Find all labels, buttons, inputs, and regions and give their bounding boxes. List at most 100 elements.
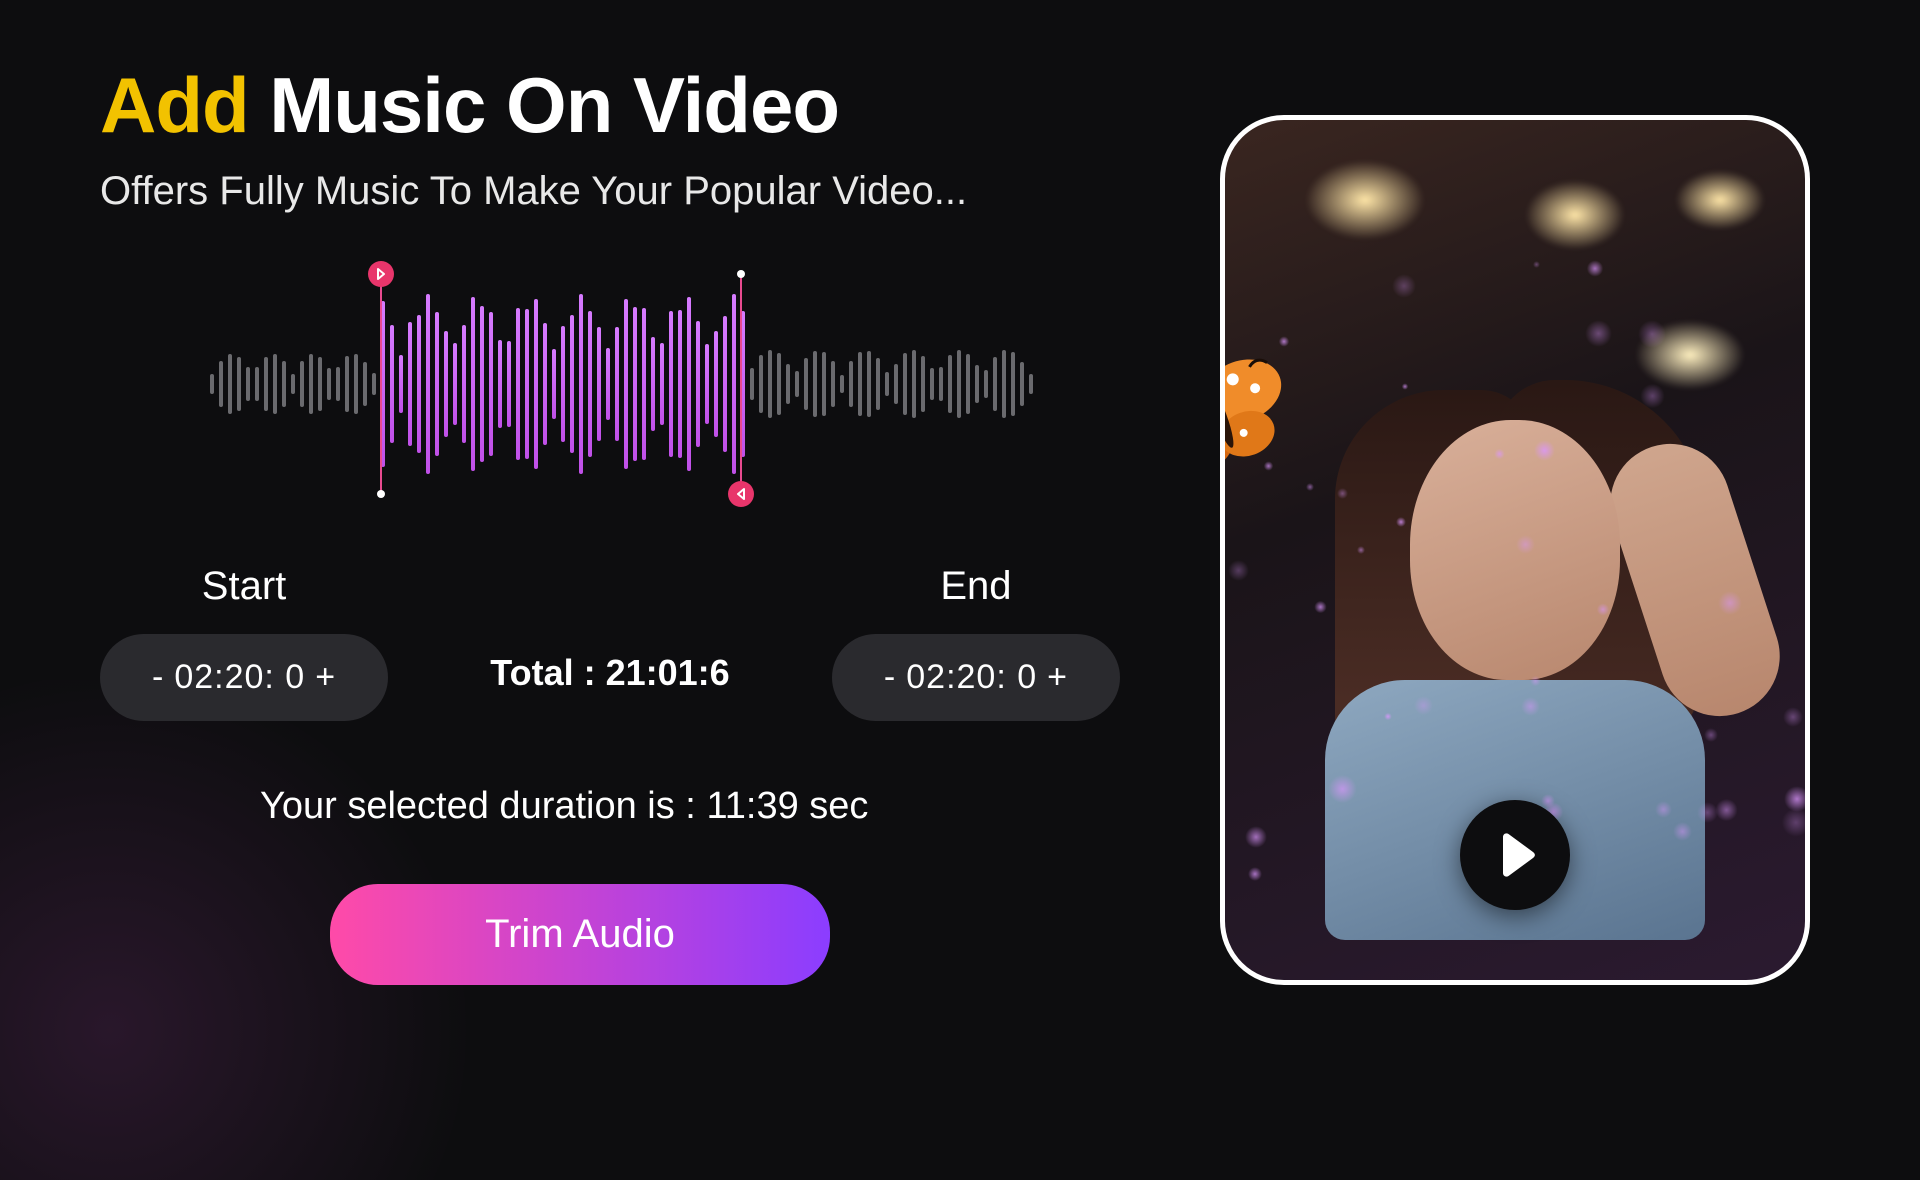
sparkle — [1245, 826, 1267, 848]
sparkle — [1534, 440, 1555, 461]
total-value: 21:01:6 — [606, 652, 730, 693]
play-button[interactable] — [1460, 800, 1570, 910]
waveform-bar — [939, 367, 943, 401]
waveform-bar — [390, 325, 394, 443]
sparkle — [1494, 449, 1505, 460]
waveform-bar — [993, 357, 997, 411]
waveform-bar — [435, 312, 439, 456]
waveform-bar — [678, 310, 682, 458]
sparkle — [1587, 260, 1604, 277]
page-title: Add Music On Video — [100, 60, 1210, 151]
waveform-bars — [210, 274, 1040, 494]
trim-audio-button[interactable]: Trim Audio — [330, 884, 830, 985]
waveform-bar — [804, 358, 808, 410]
waveform-bar — [849, 361, 853, 408]
start-label: Start — [202, 564, 286, 609]
sparkle — [1715, 799, 1737, 821]
waveform-bar — [975, 365, 979, 403]
waveform-bar — [219, 361, 223, 407]
sparkle — [1697, 802, 1717, 822]
waveform-bar — [822, 352, 826, 416]
start-minus-button[interactable]: - — [148, 658, 168, 697]
butterfly-icon — [1220, 328, 1314, 506]
sparkle — [1585, 320, 1612, 347]
waveform-bar — [687, 297, 691, 471]
waveform-bar — [561, 326, 565, 442]
waveform-bar — [750, 368, 754, 401]
selected-duration-message: Your selected duration is : 11:39 sec — [260, 785, 1210, 828]
end-plus-button[interactable]: + — [1043, 658, 1072, 697]
waveform-bar — [507, 341, 511, 428]
waveform-bar — [363, 362, 367, 407]
waveform-bar — [516, 308, 520, 460]
time-controls-row: Start - 02:20: 0 + Total : 21:01:6 End -… — [100, 564, 1120, 721]
bokeh-light — [1525, 180, 1625, 250]
waveform-bar — [858, 352, 862, 417]
total-label: Total : — [490, 652, 605, 693]
waveform-bar — [660, 343, 664, 424]
waveform-bar — [867, 351, 871, 417]
trim-start-tail — [377, 490, 385, 498]
trim-end-marker[interactable] — [740, 274, 742, 494]
start-time-column: Start - 02:20: 0 + — [100, 564, 388, 721]
waveform-bar — [759, 355, 763, 412]
waveform-bar — [246, 367, 250, 400]
sparkle — [1392, 274, 1416, 298]
title-rest: Music On Video — [249, 61, 839, 149]
waveform-bar — [399, 355, 403, 414]
start-time-value: 02:20: 0 — [174, 658, 305, 697]
sparkle — [1673, 822, 1692, 841]
waveform-bar — [732, 294, 736, 474]
waveform-bar — [921, 356, 925, 412]
page-subtitle: Offers Fully Music To Make Your Popular … — [100, 169, 1210, 214]
waveform-bar — [570, 315, 574, 453]
sparkle — [1783, 707, 1803, 727]
waveform-editor[interactable] — [210, 274, 1040, 494]
total-duration: Total : 21:01:6 — [490, 652, 729, 694]
waveform-bar — [579, 294, 583, 474]
waveform-bar — [408, 322, 412, 446]
waveform-bar — [480, 306, 484, 461]
waveform-bar — [345, 356, 349, 411]
right-panel — [1210, 60, 1820, 1040]
sparkle — [1337, 488, 1348, 499]
sparkle — [1782, 808, 1810, 837]
waveform-bar — [777, 353, 781, 414]
waveform-bar — [723, 316, 727, 453]
waveform-bar — [1002, 350, 1006, 417]
waveform-bar — [984, 370, 988, 398]
waveform-bar — [471, 297, 475, 471]
end-time-column: End - 02:20: 0 + — [832, 564, 1120, 721]
waveform-bar — [768, 350, 772, 418]
sparkle — [1597, 603, 1609, 615]
waveform-bar — [489, 312, 493, 457]
bokeh-light — [1305, 160, 1425, 240]
waveform-bar — [840, 375, 844, 394]
duration-value: 11:39 sec — [706, 785, 868, 827]
sparkle — [1384, 713, 1392, 721]
trim-start-marker[interactable] — [380, 274, 382, 494]
trim-end-handle[interactable] — [728, 481, 754, 507]
waveform-bar — [615, 327, 619, 442]
bokeh-light — [1675, 170, 1765, 230]
waveform-bar — [525, 309, 529, 459]
sparkle — [1414, 696, 1433, 715]
end-minus-button[interactable]: - — [880, 658, 900, 697]
start-plus-button[interactable]: + — [311, 658, 340, 697]
play-icon — [1499, 833, 1537, 877]
sparkle — [1228, 560, 1249, 581]
waveform-bar — [255, 367, 259, 401]
waveform-bar — [327, 368, 331, 401]
waveform-bar — [633, 307, 637, 461]
sparkle — [1533, 261, 1540, 268]
waveform-bar — [813, 351, 817, 418]
waveform-bar — [264, 357, 268, 412]
waveform-bar — [606, 348, 610, 419]
sparkle — [1655, 801, 1672, 818]
end-time-pill: - 02:20: 0 + — [832, 634, 1120, 721]
left-panel: Add Music On Video Offers Fully Music To… — [100, 60, 1210, 1040]
waveform-bar — [714, 331, 718, 438]
trim-start-handle[interactable] — [368, 261, 394, 287]
waveform-bar — [588, 311, 592, 457]
sparkle — [1530, 676, 1541, 687]
